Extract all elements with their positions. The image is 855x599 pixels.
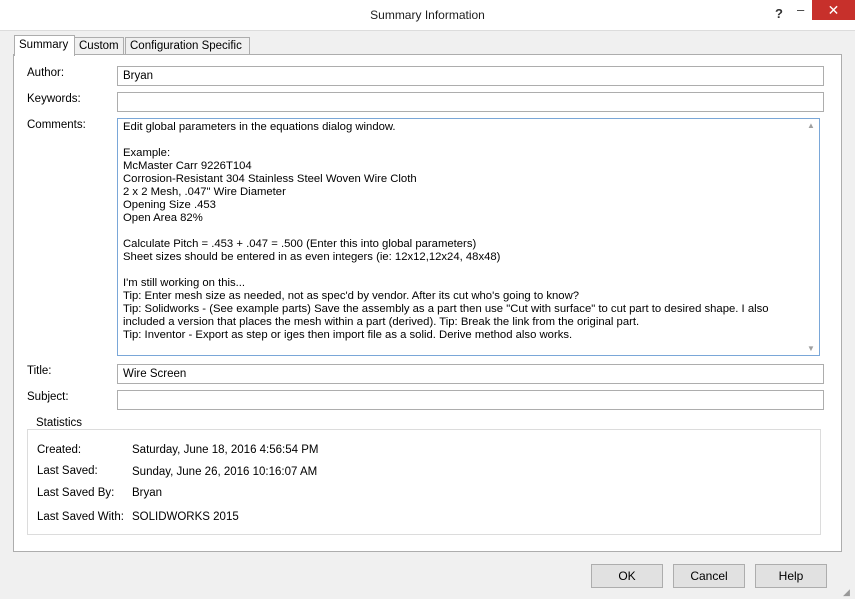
close-button[interactable]: ✕ bbox=[812, 0, 855, 20]
comments-textarea[interactable]: Edit global parameters in the equations … bbox=[117, 118, 820, 356]
created-label: Created: bbox=[37, 444, 82, 456]
last-saved-by-value: Bryan bbox=[132, 487, 163, 499]
created-value: Saturday, June 18, 2016 4:56:54 PM bbox=[132, 444, 319, 456]
last-saved-value: Sunday, June 26, 2016 10:16:07 AM bbox=[132, 466, 318, 478]
author-field[interactable]: Bryan bbox=[117, 66, 824, 86]
statistics-heading: Statistics bbox=[31, 417, 88, 429]
window-title: Summary Information bbox=[370, 8, 485, 22]
minimize-icon[interactable]: – bbox=[797, 2, 804, 17]
keywords-label: Keywords: bbox=[27, 93, 81, 105]
tab-custom[interactable]: Custom bbox=[74, 37, 124, 55]
comments-label: Comments: bbox=[27, 119, 86, 131]
help-button[interactable]: Help bbox=[755, 564, 827, 588]
ok-button[interactable]: OK bbox=[591, 564, 663, 588]
comments-text[interactable]: Edit global parameters in the equations … bbox=[123, 121, 801, 355]
title-bar: Summary Information ? – ✕ bbox=[0, 0, 855, 31]
help-icon[interactable]: ? bbox=[775, 6, 783, 21]
tab-summary[interactable]: Summary bbox=[14, 35, 75, 56]
last-saved-label: Last Saved: bbox=[37, 465, 98, 477]
title-field[interactable]: Wire Screen bbox=[117, 364, 824, 384]
cancel-button[interactable]: Cancel bbox=[673, 564, 745, 588]
last-saved-with-value: SOLIDWORKS 2015 bbox=[132, 511, 239, 523]
scroll-down-icon[interactable]: ▼ bbox=[805, 344, 817, 353]
keywords-field[interactable] bbox=[117, 92, 824, 112]
title-label: Title: bbox=[27, 365, 52, 377]
subject-label: Subject: bbox=[27, 391, 69, 403]
subject-field[interactable] bbox=[117, 390, 824, 410]
tab-configuration-specific[interactable]: Configuration Specific bbox=[125, 37, 250, 55]
author-label: Author: bbox=[27, 67, 65, 79]
last-saved-with-label: Last Saved With: bbox=[37, 511, 124, 523]
resize-grip-icon[interactable]: ◢ bbox=[843, 587, 853, 597]
scroll-up-icon[interactable]: ▲ bbox=[805, 121, 817, 130]
summary-panel: Author: Bryan Keywords: Comments: Edit g… bbox=[13, 54, 842, 552]
last-saved-by-label: Last Saved By: bbox=[37, 487, 115, 499]
